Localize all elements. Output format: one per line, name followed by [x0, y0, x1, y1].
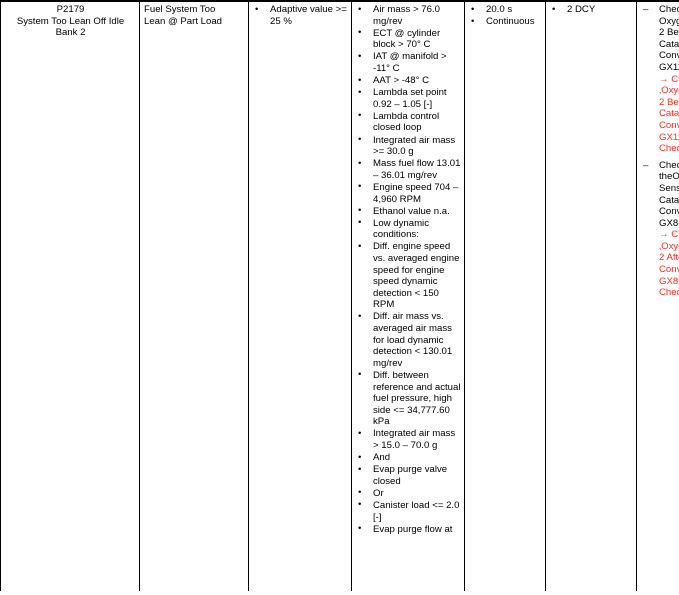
mil-illumination-list: 2 DCY	[550, 4, 633, 16]
list-item: Diff. air mass vs. averaged air mass for…	[356, 311, 461, 369]
list-item: Diff. between reference and actual fuel …	[356, 369, 461, 428]
cell-fault-text: Fuel System Too Lean @ Part Load	[139, 0, 249, 591]
arrow-right-icon: →	[659, 229, 669, 241]
cell-corrective-actions: Check the Oxygen Sensor 2 Before Catalyt…	[636, 0, 679, 591]
list-item: Mass fuel flow 13.01 – 36.01 mg/rev	[356, 158, 461, 181]
corrective-actions-list: Check the Oxygen Sensor 2 Before Catalyt…	[641, 4, 679, 299]
list-item: Lambda set point 0.92 – 1.05 [-]	[356, 87, 461, 110]
list-item: Evap purge flow at	[356, 523, 461, 536]
action-lead-text: Check theOxygen Sensor 2 After Catalytic…	[659, 159, 679, 229]
arrow-right-icon: →	[659, 73, 669, 85]
list-item: Canister load <= 2.0 [-]	[356, 499, 461, 523]
cell-monitoring-time: 20.0 s Continuous	[464, 0, 546, 591]
action-lead-text: Check the Oxygen Sensor 2 Before Catalyt…	[659, 4, 679, 73]
fault-code-line: System Too Lean Off Idle	[16, 15, 125, 27]
cell-fault-code: P2179 System Too Lean Off Idle Bank 2	[0, 0, 140, 591]
list-item: Diff. engine speed vs. averaged engine s…	[356, 241, 461, 311]
list-item: Air mass > 76.0 mg/rev	[356, 3, 461, 27]
fault-text-line: Fuel System Too	[144, 4, 216, 15]
enable-conditions-list: Air mass > 76.0 mg/rev ECT @ cylinder bl…	[356, 3, 461, 536]
list-item: IAT @ manifold > -11° C	[356, 51, 461, 74]
list-item: 2 DCY	[550, 4, 633, 16]
fault-code-block: P2179 System Too Lean Off Idle Bank 2	[5, 4, 136, 39]
monitoring-time-list: 20.0 s Continuous	[469, 4, 542, 28]
list-item: 20.0 s	[469, 4, 542, 16]
cell-fault-detection: Adaptive value >= 25 %	[248, 0, 352, 591]
list-item: Low dynamic conditions:	[356, 217, 461, 241]
list-item: Engine speed 704 – 4,960 RPM	[356, 181, 461, 205]
list-item: Or	[356, 487, 461, 500]
list-item: ECT @ cylinder block > 70° C	[356, 27, 461, 51]
fault-text-block: Fuel System Too Lean @ Part Load	[144, 4, 245, 27]
list-item: Evap purge valve closed	[356, 464, 461, 487]
list-item: Lambda control closed loop	[356, 110, 461, 134]
cell-enable-conditions: Air mass > 76.0 mg/rev ECT @ cylinder bl…	[351, 0, 465, 591]
list-item: Adaptive value >= 25 %	[253, 3, 348, 27]
fault-code-line: Bank 2	[55, 27, 86, 39]
cell-mil-illumination: 2 DCY	[545, 0, 637, 591]
chapter-cross-reference-link[interactable]: Chapter ‚Oxygen Sensor 2 Before Catalyti…	[659, 74, 679, 155]
list-item: AAT > -48° C	[356, 75, 461, 87]
list-item: Continuous	[469, 16, 542, 28]
list-item: Check the Oxygen Sensor 2 Before Catalyt…	[641, 4, 679, 155]
list-item: Ethanol value n.a.	[356, 205, 461, 218]
fault-detection-list: Adaptive value >= 25 %	[253, 3, 348, 27]
list-item: Integrated air mass >= 30.0 g	[356, 134, 461, 158]
list-item: Integrated air mass > 15.0 – 70.0 g	[356, 428, 461, 451]
fault-text-line: Lean @ Part Load	[144, 15, 223, 27]
dtc-table: P2179 System Too Lean Off Idle Bank 2 Fu…	[0, 0, 679, 591]
dtc-table-page: P2179 System Too Lean Off Idle Bank 2 Fu…	[0, 0, 679, 595]
fault-code-line: P2179	[56, 4, 85, 15]
table-row: P2179 System Too Lean Off Idle Bank 2 Fu…	[0, 0, 679, 591]
list-item: Check theOxygen Sensor 2 After Catalytic…	[641, 160, 679, 299]
list-item: And	[356, 452, 461, 464]
